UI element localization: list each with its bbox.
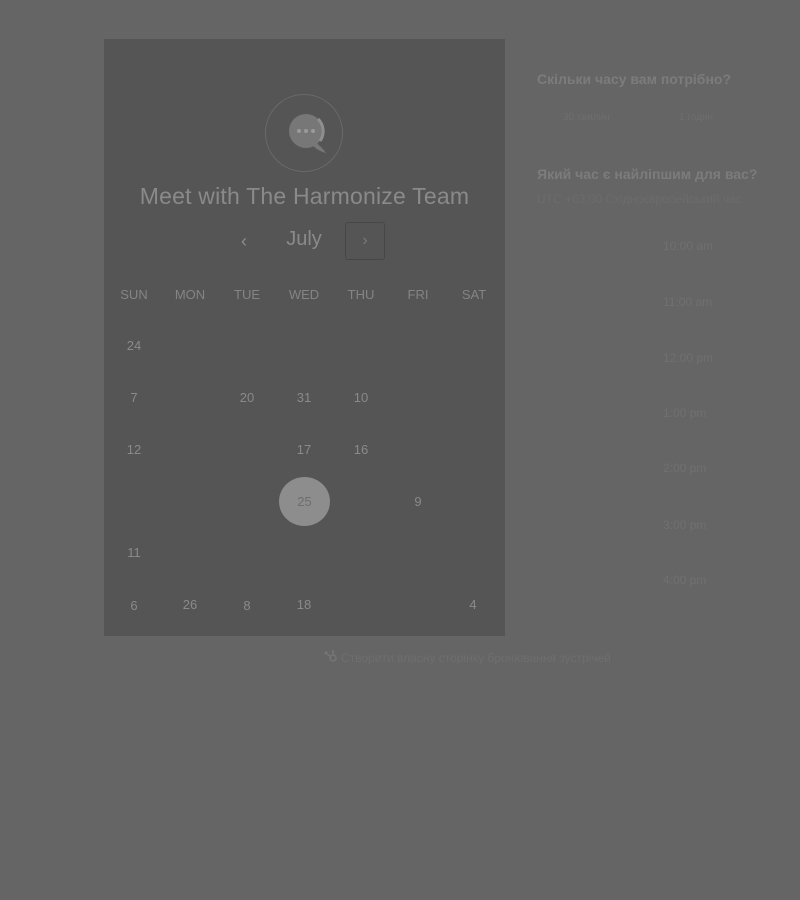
duration-question: Скільки часу вам потрібно? [537, 71, 732, 87]
selected-day[interactable]: 25 [279, 477, 330, 526]
time-slot[interactable]: 3:00 pm [663, 518, 733, 532]
calendar-day[interactable]: 16 [341, 442, 381, 457]
create-link-label: Створити власну сторінку бронювання зуст… [341, 651, 611, 665]
calendar-day[interactable]: 7 [114, 390, 154, 405]
calendar-day[interactable]: 8 [227, 598, 267, 613]
weekday-fri: FRI [407, 287, 429, 302]
time-slot[interactable]: 4:00 pm [663, 573, 733, 587]
calendar-day[interactable]: 18 [284, 597, 324, 612]
calendar-day[interactable]: 6 [114, 598, 154, 613]
chat-bubble-icon [289, 114, 326, 153]
calendar-day[interactable]: 24 [114, 338, 154, 353]
time-question: Який час є найліпшим для вас? [537, 166, 758, 182]
duration-option-1hour[interactable]: 1 годин [679, 112, 713, 123]
meeting-title: Meet with The Harmonize Team [139, 183, 470, 209]
weekday-tue: TUE [234, 287, 260, 302]
time-slot[interactable]: 11:00 am [663, 295, 733, 309]
calendar-day[interactable]: 11 [114, 545, 154, 560]
calendar-day[interactable]: 12 [114, 442, 154, 457]
time-slot[interactable]: 10:00 am [663, 239, 733, 253]
month-label: July [286, 228, 322, 250]
calendar-card: Meet with The Harmonize Team ‹ July › SU… [104, 39, 505, 636]
calendar-day[interactable]: 10 [341, 390, 381, 405]
calendar-day[interactable]: 17 [284, 442, 324, 457]
time-slot[interactable]: 1:00 pm [663, 406, 733, 420]
create-booking-page-link[interactable]: Створити власну сторінку бронювання зуст… [323, 650, 611, 665]
calendar-day[interactable]: 31 [284, 390, 324, 405]
calendar-day[interactable]: 4 [453, 597, 493, 612]
calendar-day[interactable]: 26 [170, 597, 210, 612]
time-slot[interactable]: 2:00 pm [663, 461, 733, 475]
sprocket-icon [324, 650, 337, 662]
weekday-mon: MON [174, 287, 206, 302]
calendar-day[interactable]: 20 [227, 390, 267, 405]
next-month-button[interactable]: › [345, 222, 385, 260]
time-slot[interactable]: 12:00 pm [663, 351, 733, 365]
timezone-selector[interactable]: UTC +03:00 Східноєвропейський час [537, 192, 800, 206]
weekday-sat: SAT [461, 287, 487, 302]
duration-option-30min[interactable]: 30 хвилин [563, 112, 610, 123]
meetings-page: Meet with The Harmonize Team ‹ July › SU… [0, 0, 800, 900]
weekday-sun: SUN [120, 287, 148, 302]
avatar [265, 94, 343, 172]
weekday-wed: WED [288, 287, 320, 302]
calendar-day[interactable]: 9 [398, 494, 438, 509]
weekday-thu: THU [347, 287, 375, 302]
previous-month-button[interactable]: ‹ [232, 226, 256, 256]
